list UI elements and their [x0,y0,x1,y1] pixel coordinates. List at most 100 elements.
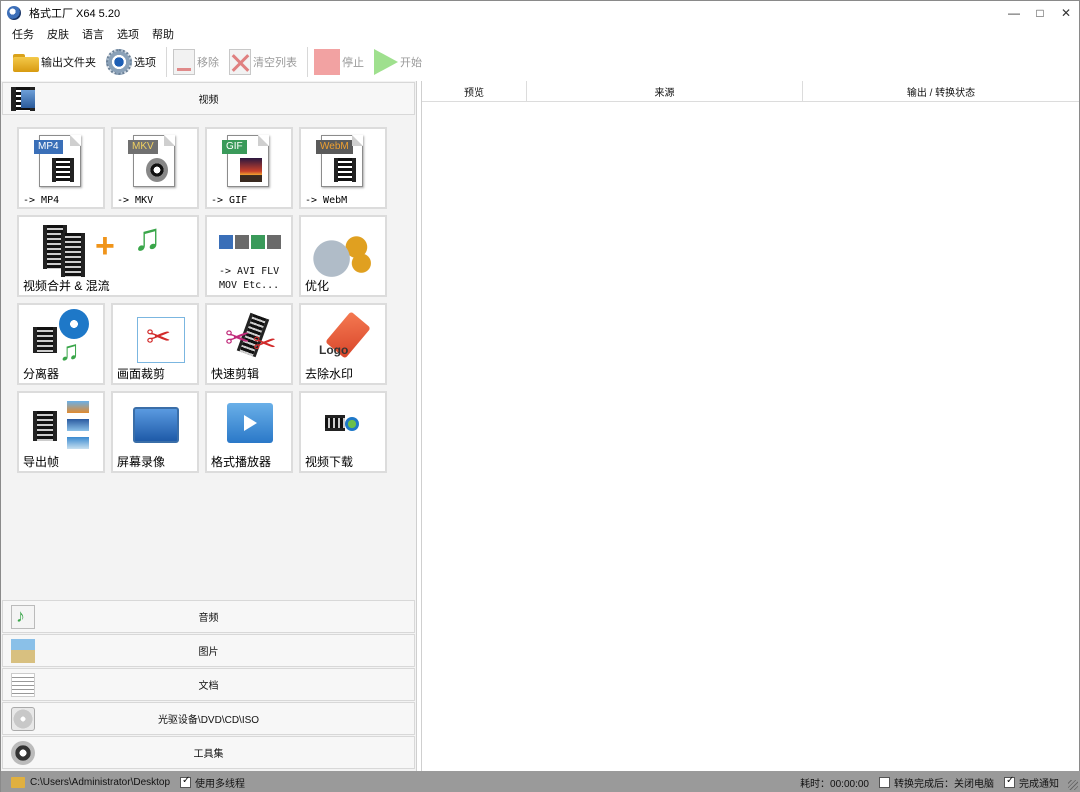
category-tools-label: 工具集 [193,749,224,760]
start-label: 开始 [400,57,422,69]
media-player-icon [227,403,273,443]
remove-label: 移除 [197,57,219,69]
clear-list-button[interactable]: 清空列表 [229,46,297,78]
film-icon [11,87,35,111]
category-disc[interactable]: 光驱设备\DVD\CD\ISO [2,702,415,735]
tile-video-download[interactable]: 视频下载 [299,391,387,473]
tile-to-mp4-label: -> MP4 [23,195,60,206]
tile-to-webm[interactable]: WebM -> WebM [299,127,387,209]
menu-task[interactable]: 任务 [12,26,34,42]
output-path[interactable]: C:\Users\Administrator\Desktop [30,777,170,788]
task-table-header: 预览 来源 输出 / 转换状态 [422,81,1079,102]
window-title: 格式工厂 X64 5.20 [29,8,121,20]
tile-screen-record-label: 屏幕录像 [117,455,166,469]
status-right: 耗时：00:00:00 转换完成后：关闭电脑 完成通知 [800,771,1059,792]
category-audio-label: 音频 [198,613,219,624]
tile-to-mkv[interactable]: MKV -> MKV [111,127,199,209]
tile-to-mkv-label: -> MKV [117,195,154,206]
column-preview[interactable]: 预览 [422,81,527,102]
webm-badge: WebM [316,140,353,154]
category-document[interactable]: 文档 [2,668,415,701]
tile-other-formats[interactable]: -> AVI FLV MOV Etc... [205,215,293,297]
clear-icon [229,49,251,75]
optimize-gears-icon [313,231,375,277]
tile-screen-record[interactable]: 屏幕录像 [111,391,199,473]
menu-skin[interactable]: 皮肤 [47,26,69,42]
tile-crop[interactable]: ✂ 画面裁剪 [111,303,199,385]
menu-bar: 任务 皮肤 语言 选项 帮助 [1,25,1079,43]
gear-icon [106,49,132,75]
tile-crop-label: 画面裁剪 [117,367,166,381]
frame-thumb-icon [67,401,89,413]
tile-to-webm-label: -> WebM [305,195,348,206]
output-folder-button[interactable]: 输出文件夹 [13,46,96,78]
toolbar-separator [166,47,167,77]
notify-checkbox[interactable] [1004,775,1015,788]
gif-file-icon: GIF [222,135,269,187]
tile-video-merge[interactable]: + ♫ 视频合并 & 混流 [17,215,199,297]
tile-quick-cut[interactable]: ✂ ✂ 快速剪辑 [205,303,293,385]
status-bar: C:\Users\Administrator\Desktop 使用多线程 耗时：… [1,771,1080,792]
category-tools[interactable]: 工具集 [2,736,415,769]
play-icon [374,49,398,75]
tile-to-gif[interactable]: GIF -> GIF [205,127,293,209]
mkv-file-icon: MKV [128,135,175,187]
menu-options[interactable]: 选项 [117,26,139,42]
menu-help[interactable]: 帮助 [152,26,174,42]
minimize-button[interactable]: — [1001,1,1027,25]
mp4-badge: MP4 [34,140,63,154]
app-icon [7,6,21,20]
video-download-icon [325,415,361,431]
close-button[interactable]: ✕ [1053,1,1079,25]
tile-export-frames[interactable]: 导出帧 [17,391,105,473]
film-icon [33,327,57,353]
frame-thumb-icon [67,437,89,449]
category-video[interactable]: 视频 [2,82,415,115]
tile-optimize[interactable]: 优化 [299,215,387,297]
remove-button[interactable]: 移除 [173,46,219,78]
quick-cut-icon: ✂ ✂ [225,312,281,361]
tile-player-label: 格式播放器 [211,455,272,469]
app-window: 格式工厂 X64 5.20 — □ ✕ 任务 皮肤 语言 选项 帮助 输出文件夹… [0,0,1080,792]
tile-splitter-label: 分离器 [23,367,60,381]
category-image[interactable]: 图片 [2,634,415,667]
start-button[interactable]: 开始 [374,46,422,78]
column-source[interactable]: 来源 [527,81,803,102]
music-note-icon: ♫ [133,217,162,259]
column-output-status[interactable]: 输出 / 转换状态 [803,81,1079,102]
tile-remove-logo[interactable]: Logo 去除水印 [299,303,387,385]
tile-remove-logo-label: 去除水印 [305,367,354,381]
category-audio[interactable]: ♪ 音频 [2,600,415,633]
tile-splitter[interactable]: ♫ 分离器 [17,303,105,385]
options-button[interactable]: 选项 [106,46,156,78]
webm-file-icon: WebM [316,135,363,187]
toolbar: 输出文件夹 选项 移除 清空列表 停止 开始 [1,44,1079,80]
tile-export-frames-label: 导出帧 [23,455,60,469]
tile-to-mp4[interactable]: MP4 -> MP4 [17,127,105,209]
task-list-panel[interactable]: 预览 来源 输出 / 转换状态 [421,81,1079,771]
tile-other-formats-label: -> AVI FLV MOV Etc... [219,265,279,293]
gif-badge: GIF [222,140,247,154]
category-document-label: 文档 [198,681,219,692]
stop-icon [314,49,340,75]
plus-icon: + [95,227,115,265]
multithread-label: 使用多线程 [195,778,246,790]
other-formats-line1: -> AVI FLV [219,266,280,277]
clear-list-label: 清空列表 [253,57,297,69]
maximize-button[interactable]: □ [1027,1,1053,25]
tile-player[interactable]: 格式播放器 [205,391,293,473]
menu-language[interactable]: 语言 [82,26,104,42]
resize-grip[interactable] [1068,780,1078,790]
format-badges-icon [219,235,281,249]
audio-category-icon: ♪ [11,605,35,629]
shutdown-checkbox[interactable] [879,776,890,788]
stop-button[interactable]: 停止 [314,46,364,78]
stop-label: 停止 [342,57,364,69]
frame-thumb-icon [67,419,89,431]
multithread-checkbox[interactable] [180,775,192,788]
window-controls: — □ ✕ [1001,1,1079,25]
folder-icon[interactable] [11,776,25,788]
output-folder-label: 输出文件夹 [41,57,96,69]
category-image-label: 图片 [198,647,219,658]
remove-icon [173,49,195,75]
